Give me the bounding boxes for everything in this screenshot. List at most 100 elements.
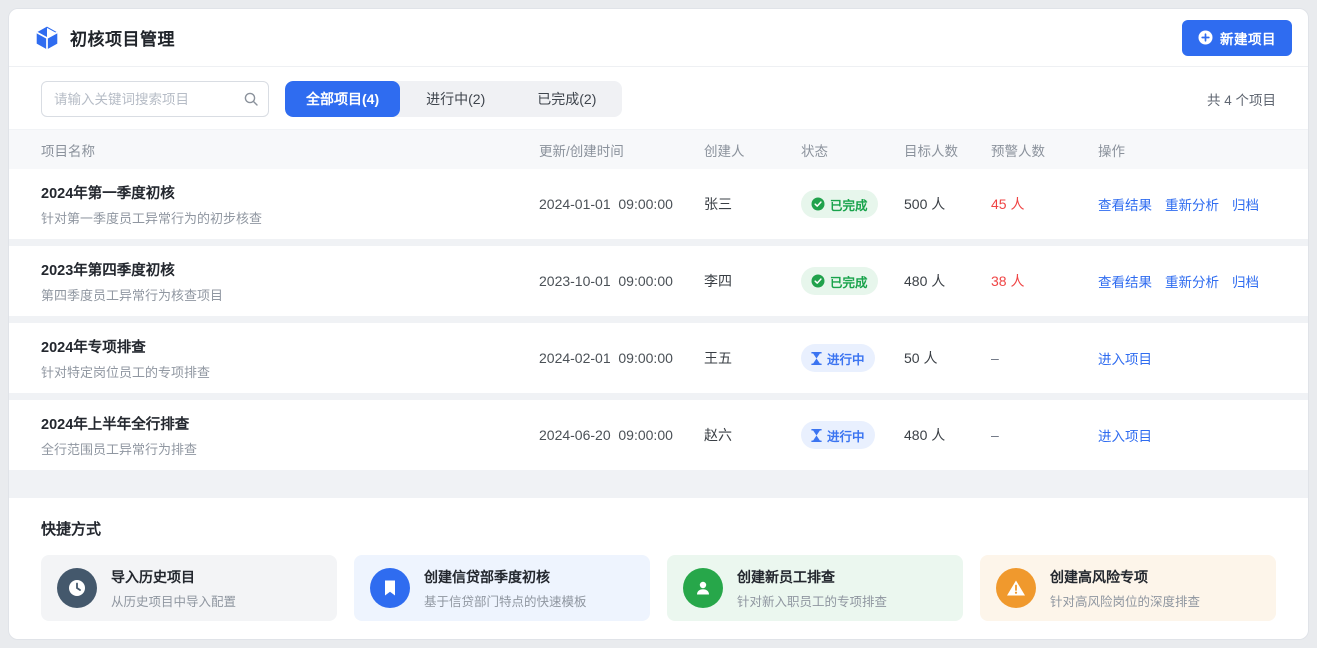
col-header-target: 目标人数 xyxy=(904,140,991,160)
shortcut-desc: 针对新入职员工的专项排查 xyxy=(737,591,887,610)
project-name-cell: 2024年专项排查 针对特定岗位员工的专项排查 xyxy=(41,336,539,381)
col-header-time: 更新/创建时间 xyxy=(539,140,704,160)
target-count: 50 人 xyxy=(904,348,991,368)
check-circle-icon xyxy=(811,197,825,211)
status-cell: 进行中 xyxy=(801,421,904,449)
col-header-status: 状态 xyxy=(801,140,904,160)
plus-circle-icon xyxy=(1198,30,1213,45)
project-name: 2023年第四季度初核 xyxy=(41,259,539,280)
status-badge: 已完成 xyxy=(801,267,878,295)
col-header-warning: 预警人数 xyxy=(991,140,1098,160)
shortcut-text: 导入历史项目 从历史项目中导入配置 xyxy=(111,567,236,610)
project-creator: 李四 xyxy=(704,271,801,291)
actions-cell: 进入项目 xyxy=(1098,425,1276,445)
project-name: 2024年上半年全行排查 xyxy=(41,413,539,434)
tab-in-progress[interactable]: 进行中(2) xyxy=(400,81,511,117)
project-time: 2024-01-01 09:00:00 xyxy=(539,196,704,212)
project-name-cell: 2023年第四季度初核 第四季度员工异常行为核查项目 xyxy=(41,259,539,304)
project-name: 2024年专项排查 xyxy=(41,336,539,357)
col-header-creator: 创建人 xyxy=(704,140,801,160)
archive-link[interactable]: 归档 xyxy=(1232,194,1259,214)
shortcut-desc: 从历史项目中导入配置 xyxy=(111,591,236,610)
filter-tabs: 全部项目(4) 进行中(2) 已完成(2) xyxy=(285,81,622,117)
table-header-row: 项目名称 更新/创建时间 创建人 状态 目标人数 预警人数 操作 xyxy=(9,129,1308,169)
tab-completed[interactable]: 已完成(2) xyxy=(511,81,622,117)
status-badge: 已完成 xyxy=(801,190,878,218)
reanalyze-link[interactable]: 重新分析 xyxy=(1165,271,1219,291)
actions-cell: 查看结果 重新分析 归档 xyxy=(1098,271,1276,291)
shortcut-desc: 针对高风险岗位的深度排查 xyxy=(1050,591,1200,610)
clock-icon xyxy=(57,568,97,608)
col-header-name: 项目名称 xyxy=(41,140,539,160)
table-row: 2023年第四季度初核 第四季度员工异常行为核查项目 2023-10-01 09… xyxy=(9,246,1308,316)
shortcuts-title: 快捷方式 xyxy=(41,518,1276,539)
shortcut-text: 创建信贷部季度初核 基于信贷部门特点的快速模板 xyxy=(424,567,587,610)
status-cell: 已完成 xyxy=(801,190,904,218)
page-header: 初核项目管理 新建项目 xyxy=(9,9,1308,67)
shortcut-high-risk-special[interactable]: 创建高风险专项 针对高风险岗位的深度排查 xyxy=(980,555,1276,621)
search-input[interactable] xyxy=(41,81,269,117)
archive-link[interactable]: 归档 xyxy=(1232,271,1259,291)
project-desc: 第四季度员工异常行为核查项目 xyxy=(41,285,539,304)
actions-cell: 查看结果 重新分析 归档 xyxy=(1098,194,1276,214)
section-divider xyxy=(9,470,1308,498)
table-body: 2024年第一季度初核 针对第一季度员工异常行为的初步核查 2024-01-01… xyxy=(9,169,1308,470)
project-total-count: 共 4 个项目 xyxy=(1207,89,1276,109)
project-name-cell: 2024年上半年全行排查 全行范围员工异常行为排查 xyxy=(41,413,539,458)
shortcut-title: 创建信贷部季度初核 xyxy=(424,567,587,587)
status-label: 进行中 xyxy=(827,349,865,368)
shortcut-title: 导入历史项目 xyxy=(111,567,236,587)
warning-count: – xyxy=(991,427,1098,443)
hourglass-icon xyxy=(811,352,822,365)
shortcut-credit-dept-review[interactable]: 创建信贷部季度初核 基于信贷部门特点的快速模板 xyxy=(354,555,650,621)
target-count: 480 人 xyxy=(904,425,991,445)
col-header-actions: 操作 xyxy=(1098,140,1276,160)
shortcuts-section: 快捷方式 导入历史项目 从历史项目中导入配置 xyxy=(9,498,1308,639)
shortcut-import-history[interactable]: 导入历史项目 从历史项目中导入配置 xyxy=(41,555,337,621)
status-cell: 进行中 xyxy=(801,344,904,372)
tab-all-projects[interactable]: 全部项目(4) xyxy=(285,81,400,117)
reanalyze-link[interactable]: 重新分析 xyxy=(1165,194,1219,214)
warning-count: 38 人 xyxy=(991,271,1098,291)
project-creator: 张三 xyxy=(704,194,801,214)
enter-project-link[interactable]: 进入项目 xyxy=(1098,348,1152,368)
shortcut-text: 创建新员工排查 针对新入职员工的专项排查 xyxy=(737,567,887,610)
view-results-link[interactable]: 查看结果 xyxy=(1098,271,1152,291)
shortcut-title: 创建新员工排查 xyxy=(737,567,887,587)
shortcut-new-employee-check[interactable]: 创建新员工排查 针对新入职员工的专项排查 xyxy=(667,555,963,621)
search-icon[interactable] xyxy=(243,91,259,107)
warning-icon xyxy=(996,568,1036,608)
enter-project-link[interactable]: 进入项目 xyxy=(1098,425,1152,445)
bookmark-icon xyxy=(370,568,410,608)
warning-count: 45 人 xyxy=(991,194,1098,214)
app-container: 初核项目管理 新建项目 全部项目(4) 进行中(2) 已完成(2) 共 4 个项… xyxy=(8,8,1309,640)
table-row: 2024年上半年全行排查 全行范围员工异常行为排查 2024-06-20 09:… xyxy=(9,400,1308,470)
project-creator: 赵六 xyxy=(704,425,801,445)
shortcut-title: 创建高风险专项 xyxy=(1050,567,1200,587)
project-name-cell: 2024年第一季度初核 针对第一季度员工异常行为的初步核查 xyxy=(41,182,539,227)
project-creator: 王五 xyxy=(704,348,801,368)
shortcuts-row: 导入历史项目 从历史项目中导入配置 创建信贷部季度初核 基于信贷部门特点的快速模… xyxy=(41,555,1276,621)
project-desc: 针对特定岗位员工的专项排查 xyxy=(41,362,539,381)
status-badge: 进行中 xyxy=(801,344,875,372)
toolbar: 全部项目(4) 进行中(2) 已完成(2) 共 4 个项目 xyxy=(9,67,1308,129)
view-results-link[interactable]: 查看结果 xyxy=(1098,194,1152,214)
shortcut-text: 创建高风险专项 针对高风险岗位的深度排查 xyxy=(1050,567,1200,610)
table-row: 2024年第一季度初核 针对第一季度员工异常行为的初步核查 2024-01-01… xyxy=(9,169,1308,239)
page-title: 初核项目管理 xyxy=(70,25,175,50)
status-label: 已完成 xyxy=(830,195,868,214)
search-box xyxy=(41,81,269,117)
shortcut-desc: 基于信贷部门特点的快速模板 xyxy=(424,591,587,610)
project-time: 2023-10-01 09:00:00 xyxy=(539,273,704,289)
table-row: 2024年专项排查 针对特定岗位员工的专项排查 2024-02-01 09:00… xyxy=(9,323,1308,393)
user-icon xyxy=(683,568,723,608)
new-project-button[interactable]: 新建项目 xyxy=(1182,20,1292,56)
status-cell: 已完成 xyxy=(801,267,904,295)
new-project-label: 新建项目 xyxy=(1220,28,1276,48)
target-count: 500 人 xyxy=(904,194,991,214)
actions-cell: 进入项目 xyxy=(1098,348,1276,368)
status-badge: 进行中 xyxy=(801,421,875,449)
hourglass-icon xyxy=(811,429,822,442)
warning-count: – xyxy=(991,350,1098,366)
project-desc: 针对第一季度员工异常行为的初步核查 xyxy=(41,208,539,227)
